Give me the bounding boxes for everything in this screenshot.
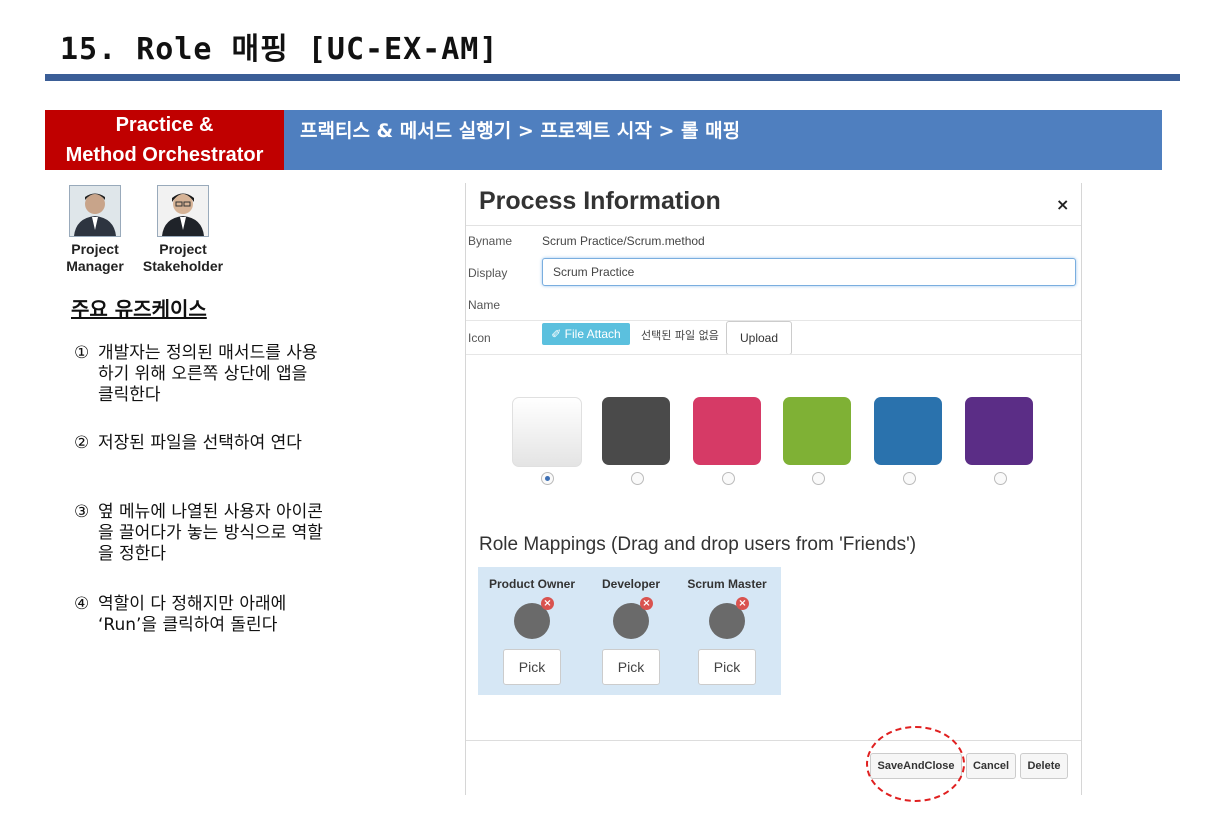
dialog-footer-divider bbox=[466, 740, 1081, 741]
color-swatch[interactable] bbox=[602, 397, 670, 465]
remove-icon[interactable]: × bbox=[640, 597, 653, 610]
portrait-icon bbox=[69, 185, 121, 237]
close-icon[interactable]: × bbox=[1056, 195, 1069, 214]
usecase-item: ① 개발자는 정의된 매서드를 사용하기 위해 오른쪽 상단에 앱을 클릭한다 bbox=[74, 343, 324, 406]
role-line-2: Method Orchestrator bbox=[65, 144, 264, 166]
avatar[interactable]: × bbox=[709, 597, 749, 639]
pick-button[interactable]: Pick bbox=[602, 649, 660, 685]
persona-project-stakeholder: Project Stakeholder bbox=[138, 185, 228, 275]
cancel-button[interactable]: Cancel bbox=[966, 753, 1016, 779]
role-label: Scrum Master bbox=[687, 577, 767, 591]
role-line-1: Practice & bbox=[115, 114, 214, 136]
role-mappings-panel: Product Owner × Pick Developer × Pick Sc… bbox=[478, 567, 781, 695]
persona-line-2: Manager bbox=[66, 258, 124, 274]
process-information-dialog: Process Information × Byname Scrum Pract… bbox=[465, 183, 1082, 795]
color-radio[interactable] bbox=[903, 472, 916, 485]
pick-button[interactable]: Pick bbox=[698, 649, 756, 685]
usecase-number: ④ bbox=[74, 594, 90, 614]
color-radio[interactable] bbox=[994, 472, 1007, 485]
page-title: 15. Role 매핑 [UC-EX-AM] bbox=[60, 32, 499, 67]
color-swatch[interactable] bbox=[512, 397, 582, 467]
persona-line-1: Project bbox=[159, 241, 207, 257]
usecase-text: 개발자는 정의된 매서드를 사용하기 위해 오른쪽 상단에 앱을 클릭한다 bbox=[98, 343, 318, 405]
no-file-selected-text: 선택된 파일 없음 bbox=[641, 329, 719, 342]
role-mappings-title: Role Mappings (Drag and drop users from … bbox=[479, 534, 917, 555]
breadcrumb: 프랙티스 & 메서드 실행기 > 프로젝트 시작 > 롤 매핑 bbox=[300, 120, 741, 142]
role-label: Product Owner bbox=[488, 577, 575, 591]
remove-icon[interactable]: × bbox=[541, 597, 554, 610]
breadcrumb-bar: 프랙티스 & 메서드 실행기 > 프로젝트 시작 > 롤 매핑 bbox=[284, 110, 1162, 170]
usecase-text: 옆 메뉴에 나열된 사용자 아이콘을 끌어다가 놓는 방식으로 역할을 정한다 bbox=[98, 502, 323, 564]
usecase-title: 주요 유즈케이스 bbox=[71, 297, 207, 321]
display-name-input[interactable] bbox=[542, 258, 1076, 286]
byname-value: Scrum Practice/Scrum.method bbox=[542, 234, 705, 248]
usecase-text: 저장된 파일을 선택하여 연다 bbox=[98, 433, 302, 453]
color-swatch[interactable] bbox=[965, 397, 1033, 465]
avatar[interactable]: × bbox=[514, 597, 554, 639]
remove-icon[interactable]: × bbox=[736, 597, 749, 610]
usecase-text: 역할이 다 정해지만 아래에 ‘Run’을 클릭하여 돌린다 bbox=[98, 594, 287, 635]
dialog-title: Process Information bbox=[479, 187, 721, 215]
color-swatch[interactable] bbox=[693, 397, 761, 465]
persona-project-manager: Project Manager bbox=[50, 185, 140, 275]
color-swatch[interactable] bbox=[783, 397, 851, 465]
color-swatch[interactable] bbox=[874, 397, 942, 465]
role-product-owner: Product Owner × Pick bbox=[482, 567, 582, 685]
dialog-header-divider bbox=[466, 225, 1081, 226]
upload-button[interactable]: Upload bbox=[726, 321, 792, 355]
role-label: Developer bbox=[601, 577, 661, 591]
role-box: Practice & Method Orchestrator bbox=[45, 110, 284, 170]
pick-button[interactable]: Pick bbox=[503, 649, 561, 685]
highlight-circle bbox=[866, 726, 965, 802]
usecase-item: ③ 옆 메뉴에 나열된 사용자 아이콘을 끌어다가 놓는 방식으로 역할을 정한… bbox=[74, 502, 324, 565]
icon-label: Icon bbox=[468, 331, 491, 345]
usecase-number: ③ bbox=[74, 502, 90, 522]
usecase-number: ② bbox=[74, 433, 90, 453]
color-radio[interactable] bbox=[541, 472, 554, 485]
name-label: Name bbox=[468, 298, 501, 312]
color-radio[interactable] bbox=[812, 472, 825, 485]
color-radio[interactable] bbox=[631, 472, 644, 485]
color-radio[interactable] bbox=[722, 472, 735, 485]
avatar[interactable]: × bbox=[613, 597, 653, 639]
display-label: Display bbox=[468, 266, 508, 280]
role-developer: Developer × Pick bbox=[581, 567, 681, 685]
portrait-icon bbox=[157, 185, 209, 237]
title-divider bbox=[45, 74, 1180, 81]
file-attach-button[interactable]: ✐ File Attach bbox=[542, 323, 630, 345]
row-divider bbox=[466, 354, 1081, 355]
persona-line-1: Project bbox=[71, 241, 119, 257]
usecase-item: ② 저장된 파일을 선택하여 연다 bbox=[74, 433, 324, 454]
delete-button[interactable]: Delete bbox=[1020, 753, 1068, 779]
usecase-item: ④ 역할이 다 정해지만 아래에 ‘Run’을 클릭하여 돌린다 bbox=[74, 594, 324, 636]
persona-line-2: Stakeholder bbox=[142, 258, 224, 274]
byname-label: Byname bbox=[468, 234, 513, 248]
usecase-number: ① bbox=[74, 343, 90, 363]
role-scrum-master: Scrum Master × Pick bbox=[677, 567, 777, 685]
